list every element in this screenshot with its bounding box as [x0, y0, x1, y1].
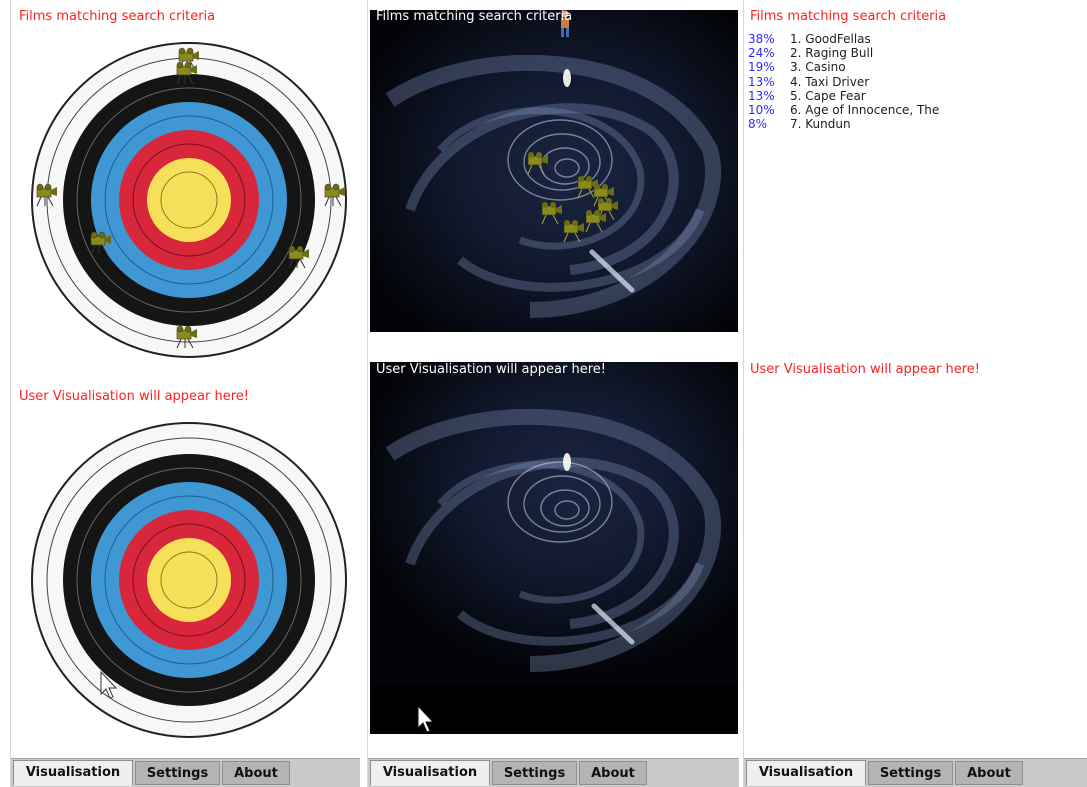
- films-vortex[interactable]: [370, 10, 738, 332]
- film-title: 4. Taxi Driver: [790, 74, 870, 89]
- mouse-pointer-icon: [100, 670, 118, 699]
- tab-bar: Visualisation Settings About: [744, 758, 1087, 787]
- user-vortex[interactable]: [370, 362, 738, 734]
- tab-about[interactable]: About: [222, 761, 290, 785]
- tab-about[interactable]: About: [955, 761, 1023, 785]
- film-title: 5. Cape Fear: [790, 88, 866, 103]
- user-caption: User Visualisation will appear here!: [750, 362, 980, 377]
- films-caption: Films matching search criteria: [19, 9, 216, 24]
- film-title: 3. Casino: [790, 60, 846, 75]
- films-caption: Films matching search criteria: [376, 9, 573, 24]
- tab-settings[interactable]: Settings: [135, 761, 220, 785]
- match-percent: 24%: [748, 46, 775, 61]
- list-item[interactable]: 19% 3. Casino: [748, 60, 939, 74]
- match-percent: 13%: [748, 88, 775, 103]
- film-title: 2. Raging Bull: [790, 46, 874, 61]
- tab-visualisation[interactable]: Visualisation: [746, 760, 866, 786]
- match-percent: 19%: [748, 60, 775, 75]
- tab-bar: Visualisation Settings About: [368, 758, 739, 787]
- film-title: 7. Kundun: [790, 117, 851, 132]
- films-caption: Films matching search criteria: [750, 9, 947, 24]
- match-percent: 13%: [748, 74, 775, 89]
- list-item[interactable]: 10% 6. Age of Innocence, The: [748, 103, 939, 117]
- user-target[interactable]: [29, 420, 349, 740]
- match-percent: 10%: [748, 103, 775, 118]
- film-title: 6. Age of Innocence, The: [790, 103, 940, 118]
- list-item[interactable]: 38% 1. GoodFellas: [748, 32, 939, 46]
- pane-text-visualisation: Films matching search criteria 38% 1. Goo…: [743, 0, 1087, 787]
- tab-settings[interactable]: Settings: [868, 761, 953, 785]
- match-percent: 38%: [748, 32, 775, 46]
- film-title: 1. GoodFellas: [790, 32, 871, 46]
- user-caption: User Visualisation will appear here!: [19, 389, 249, 404]
- tab-visualisation[interactable]: Visualisation: [370, 760, 490, 786]
- pane-target-visualisation: Films matching search criteria User Visu…: [10, 0, 360, 787]
- user-caption: User Visualisation will appear here!: [376, 362, 606, 377]
- match-percent: 8%: [748, 117, 768, 132]
- tab-about[interactable]: About: [579, 761, 647, 785]
- films-target[interactable]: [29, 40, 349, 360]
- list-item[interactable]: 13% 5. Cape Fear: [748, 89, 939, 103]
- list-item[interactable]: 8% 7. Kundun: [748, 117, 939, 131]
- tab-bar: Visualisation Settings About: [11, 758, 360, 787]
- list-item[interactable]: 13% 4. Taxi Driver: [748, 75, 939, 89]
- pane-vortex-visualisation: Films matching search criteria User Visu…: [367, 0, 739, 787]
- tab-settings[interactable]: Settings: [492, 761, 577, 785]
- results-list: 38% 1. GoodFellas 24% 2. Raging Bull 19% 3. C…: [748, 32, 939, 131]
- list-item[interactable]: 24% 2. Raging Bull: [748, 46, 939, 60]
- app-window: Films matching search criteria User Visu…: [0, 0, 1087, 787]
- tab-visualisation[interactable]: Visualisation: [13, 760, 133, 786]
